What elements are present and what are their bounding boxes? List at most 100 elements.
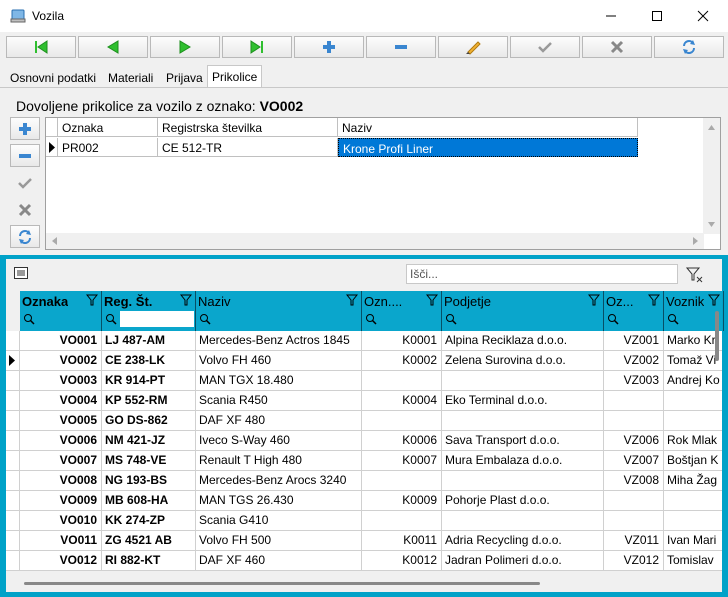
cell-oznaka[interactable]: VO011 — [20, 531, 102, 551]
close-button[interactable] — [680, 0, 726, 32]
cell-voznik[interactable] — [664, 391, 722, 411]
column-header-oz[interactable]: Oz... — [604, 291, 664, 331]
refresh-button[interactable] — [654, 36, 724, 58]
cell-podjetje[interactable]: Alpina Reciklaza d.o.o. — [442, 331, 604, 351]
edit-record-button[interactable] — [438, 36, 508, 58]
column-header-naziv[interactable]: Naziv — [196, 291, 362, 331]
cell-oznaka[interactable]: VO006 — [20, 431, 102, 451]
cell-voznik[interactable] — [664, 411, 722, 431]
cell-reg-st[interactable]: NG 193-BS — [102, 471, 196, 491]
column-header-oznaka[interactable]: Oznaka — [58, 118, 158, 137]
grid-search-input[interactable]: Išči... — [406, 264, 678, 284]
cell-ozn[interactable]: K0011 — [362, 531, 442, 551]
trailer-name-cell[interactable]: Krone Profi Liner — [338, 138, 638, 157]
table-row[interactable]: VO012 RI 882-KT DAF XF 460 K0012 Jadran Poli… — [6, 551, 722, 571]
cancel-record-button[interactable] — [582, 36, 652, 58]
cell-podjetje[interactable] — [442, 371, 604, 391]
cell-voznik[interactable]: Rok Mlak — [664, 431, 722, 451]
cell-voznik[interactable]: Boštjan K — [664, 451, 722, 471]
cell-naziv[interactable]: DAF XF 460 — [196, 551, 362, 571]
cell-oznaka[interactable]: VO003 — [20, 371, 102, 391]
cell-oznaka[interactable]: VO004 — [20, 391, 102, 411]
cell-naziv[interactable]: Mercedes-Benz Actros 1845 — [196, 331, 362, 351]
table-row[interactable]: VO002 CE 238-LK Volvo FH 460 K0002 Zelena Su… — [6, 351, 722, 371]
cell-ozn[interactable]: K0001 — [362, 331, 442, 351]
cell-podjetje[interactable]: Pohorje Plast d.o.o. — [442, 491, 604, 511]
cell-oz[interactable]: VZ008 — [604, 471, 664, 491]
cell-naziv[interactable]: MAN TGS 26.430 — [196, 491, 362, 511]
cell-voznik[interactable]: Tomislav — [664, 551, 722, 571]
vehicles-vertical-scrollbar[interactable] — [715, 311, 719, 361]
filter-icon[interactable] — [707, 294, 721, 309]
column-header-reg-st[interactable]: Reg. Št. — [102, 291, 196, 331]
cell-oznaka[interactable]: VO002 — [20, 351, 102, 371]
add-record-button[interactable] — [294, 36, 364, 58]
filter-icon[interactable] — [647, 294, 661, 309]
cell-reg-st[interactable]: MB 608-HA — [102, 491, 196, 511]
cell-naziv[interactable]: Scania R450 — [196, 391, 362, 411]
cell-ozn[interactable]: K0002 — [362, 351, 442, 371]
cell-oznaka[interactable]: VO008 — [20, 471, 102, 491]
cell-oz[interactable]: VZ003 — [604, 371, 664, 391]
clear-filter-icon[interactable] — [686, 267, 704, 283]
cell-ozn[interactable]: K0009 — [362, 491, 442, 511]
cell-reg-st[interactable]: CE 238-LK — [102, 351, 196, 371]
cell-reg-st[interactable]: NM 421-JZ — [102, 431, 196, 451]
cell-oz[interactable]: VZ002 — [604, 351, 664, 371]
column-filter-input[interactable] — [120, 311, 194, 327]
cell-reg-st[interactable]: ZG 4521 AB — [102, 531, 196, 551]
cell-reg-st[interactable]: KK 274-ZP — [102, 511, 196, 531]
cell-reg-st[interactable]: MS 748-VE — [102, 451, 196, 471]
cell-ozn[interactable] — [362, 511, 442, 531]
table-row[interactable]: VO005 GO DS-862 DAF XF 480 — [6, 411, 722, 431]
cell-naziv[interactable]: Volvo FH 460 — [196, 351, 362, 371]
column-header-oznaka[interactable]: Oznaka — [20, 291, 102, 331]
filter-icon[interactable] — [179, 294, 193, 309]
cell-voznik[interactable] — [664, 491, 722, 511]
cell-ozn[interactable]: K0007 — [362, 451, 442, 471]
trailer-code-cell[interactable]: PR002 — [58, 138, 158, 157]
cell-ozn[interactable]: K0006 — [362, 431, 442, 451]
cell-reg-st[interactable]: LJ 487-AM — [102, 331, 196, 351]
column-chooser-icon[interactable] — [14, 267, 28, 279]
cancel-trailer-button[interactable] — [10, 198, 40, 221]
first-record-button[interactable] — [6, 36, 76, 58]
cell-reg-st[interactable]: KR 914-PT — [102, 371, 196, 391]
tab-materiali[interactable]: Materiali — [104, 68, 157, 88]
cell-voznik[interactable] — [664, 511, 722, 531]
cell-podjetje[interactable] — [442, 411, 604, 431]
vehicles-grid-body[interactable]: VO001 LJ 487-AM Mercedes-Benz Actros 1845 K… — [6, 331, 722, 571]
remove-trailer-button[interactable] — [10, 144, 40, 167]
cell-oz[interactable] — [604, 391, 664, 411]
column-header-registrska[interactable]: Registrska številka — [158, 118, 338, 137]
cell-ozn[interactable] — [362, 411, 442, 431]
add-trailer-button[interactable] — [10, 117, 40, 140]
cell-podjetje[interactable]: Jadran Polimeri d.o.o. — [442, 551, 604, 571]
filter-icon[interactable] — [345, 294, 359, 309]
table-row[interactable]: VO001 LJ 487-AM Mercedes-Benz Actros 1845 K… — [6, 331, 722, 351]
cell-voznik[interactable]: Marko Kr — [664, 331, 722, 351]
cell-ozn[interactable]: K0004 — [362, 391, 442, 411]
trailer-reg-cell[interactable]: CE 512-TR — [158, 138, 338, 157]
cell-naziv[interactable]: Renault T High 480 — [196, 451, 362, 471]
maximize-button[interactable] — [634, 0, 680, 32]
table-row[interactable]: VO010 KK 274-ZP Scania G410 — [6, 511, 722, 531]
minimize-button[interactable] — [588, 0, 634, 32]
cell-oznaka[interactable]: VO007 — [20, 451, 102, 471]
cell-podjetje[interactable]: Adria Recycling d.o.o. — [442, 531, 604, 551]
column-header-podjetje[interactable]: Podjetje — [442, 291, 604, 331]
cell-podjetje[interactable]: Eko Terminal d.o.o. — [442, 391, 604, 411]
cell-oznaka[interactable]: VO005 — [20, 411, 102, 431]
cell-reg-st[interactable]: KP 552-RM — [102, 391, 196, 411]
cell-naziv[interactable]: Mercedes-Benz Arocs 3240 — [196, 471, 362, 491]
cell-oz[interactable] — [604, 491, 664, 511]
next-record-button[interactable] — [150, 36, 220, 58]
cell-podjetje[interactable] — [442, 511, 604, 531]
trailers-grid[interactable]: Oznaka Registrska številka Naziv PR002 C… — [45, 117, 721, 250]
cell-oznaka[interactable]: VO010 — [20, 511, 102, 531]
cell-naziv[interactable]: Scania G410 — [196, 511, 362, 531]
cell-voznik[interactable]: Andrej Ko — [664, 371, 722, 391]
cell-ozn[interactable]: K0012 — [362, 551, 442, 571]
table-row[interactable]: VO006 NM 421-JZ Iveco S-Way 460 K0006 Sava T… — [6, 431, 722, 451]
cell-oz[interactable]: VZ012 — [604, 551, 664, 571]
